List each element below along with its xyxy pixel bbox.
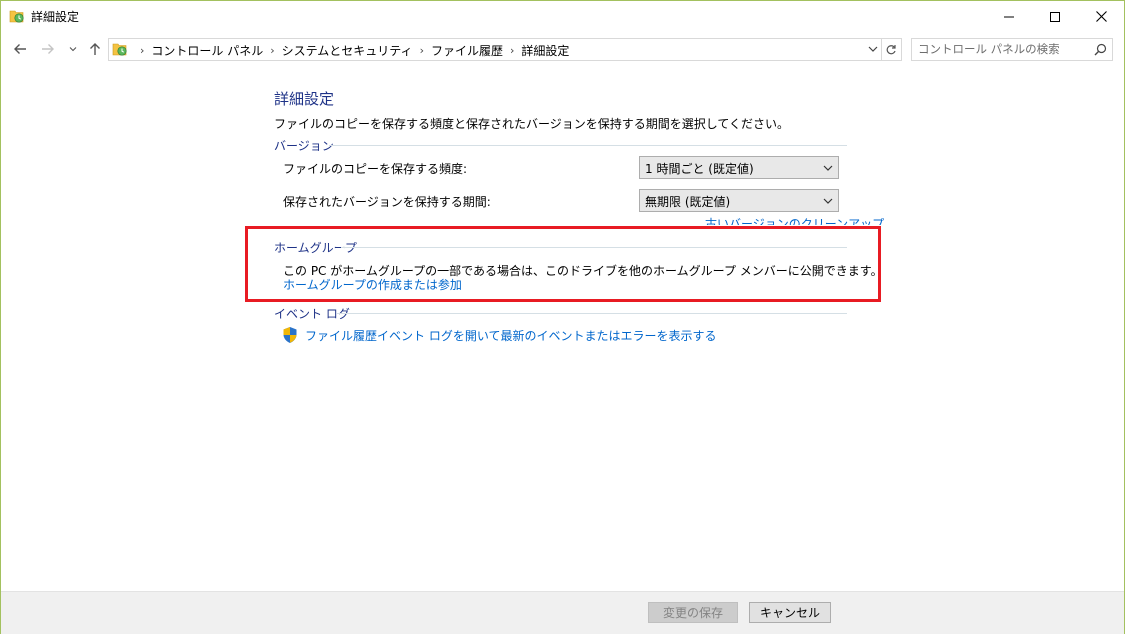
chevron-down-icon — [69, 47, 77, 52]
window-title: 詳細設定 — [31, 10, 80, 24]
section-divider — [337, 313, 847, 314]
chevron-down-icon — [823, 165, 833, 171]
close-icon — [1095, 11, 1107, 22]
cleanup-versions-link[interactable]: 古いバージョンのクリーンアップ — [705, 215, 884, 225]
page-title: 詳細設定 — [274, 90, 335, 108]
breadcrumb-item-advanced-settings[interactable]: 詳細設定 — [521, 42, 569, 59]
retention-select[interactable]: 無期限 (既定値) — [639, 189, 839, 212]
breadcrumb-separator-icon[interactable]: › — [270, 44, 274, 57]
chevron-down-icon — [823, 198, 833, 204]
shield-icon — [283, 327, 297, 343]
back-button[interactable] — [11, 39, 29, 59]
maximize-button[interactable] — [1032, 1, 1078, 32]
breadcrumb-item-file-history[interactable]: ファイル履歴 — [431, 42, 503, 59]
section-divider — [329, 145, 847, 146]
save-changes-button[interactable]: 変更の保存 — [648, 602, 738, 623]
breadcrumb-item-system-security[interactable]: システムとセキュリティ — [282, 42, 413, 59]
address-dropdown-icon[interactable] — [867, 43, 879, 55]
frequency-select[interactable]: 1 時間ごと (既定値) — [639, 156, 839, 179]
maximize-icon — [1050, 11, 1060, 22]
retention-label: 保存されたバージョンを保持する期間: — [283, 195, 491, 209]
title-bar: 詳細設定 — [1, 1, 1124, 32]
event-log-link[interactable]: ファイル履歴イベント ログを開いて最新のイベントまたはエラーを表示する — [305, 327, 716, 344]
refresh-icon — [886, 44, 896, 54]
file-history-icon — [9, 10, 24, 23]
arrow-right-icon — [42, 44, 54, 54]
minimize-icon — [1004, 16, 1014, 17]
control-panel-icon — [112, 43, 127, 56]
arrow-left-icon — [14, 44, 26, 54]
breadcrumb-separator-icon[interactable]: › — [420, 44, 424, 57]
address-bar[interactable]: › コントロール パネル › システムとセキュリティ › ファイル履歴 › 詳細… — [108, 38, 882, 61]
page-description: ファイルのコピーを保存する頻度と保存されたバージョンを保持する期間を選択してくだ… — [274, 117, 790, 131]
forward-button[interactable] — [39, 39, 57, 59]
retention-value: 無期限 (既定値) — [645, 195, 731, 209]
breadcrumb-separator-icon: › — [140, 44, 145, 57]
search-input[interactable] — [918, 41, 1088, 57]
up-button[interactable] — [87, 39, 103, 59]
close-button[interactable] — [1078, 1, 1124, 32]
breadcrumb-separator-icon[interactable]: › — [510, 44, 514, 57]
cancel-button[interactable]: キャンセル — [749, 602, 831, 623]
footer-bar: 変更の保存 キャンセル — [1, 591, 1124, 634]
refresh-button[interactable] — [881, 38, 902, 61]
highlight-box — [245, 226, 881, 302]
frequency-label: ファイルのコピーを保存する頻度: — [283, 162, 468, 176]
search-icon[interactable] — [1094, 43, 1107, 56]
recent-locations-button[interactable] — [67, 39, 79, 59]
breadcrumb-item-control-panel[interactable]: コントロール パネル — [151, 42, 263, 59]
versions-heading: バージョン — [274, 139, 334, 153]
minimize-button[interactable] — [986, 1, 1032, 32]
frequency-value: 1 時間ごと (既定値) — [645, 162, 754, 176]
arrow-up-icon — [90, 43, 100, 55]
window: 詳細設定 › コントロール パネル › システムとセキュリティ › ファイル履歴… — [0, 0, 1125, 634]
breadcrumb: › コントロール パネル › システムとセキュリティ › ファイル履歴 › 詳細… — [133, 42, 569, 59]
search-box[interactable] — [911, 38, 1113, 61]
